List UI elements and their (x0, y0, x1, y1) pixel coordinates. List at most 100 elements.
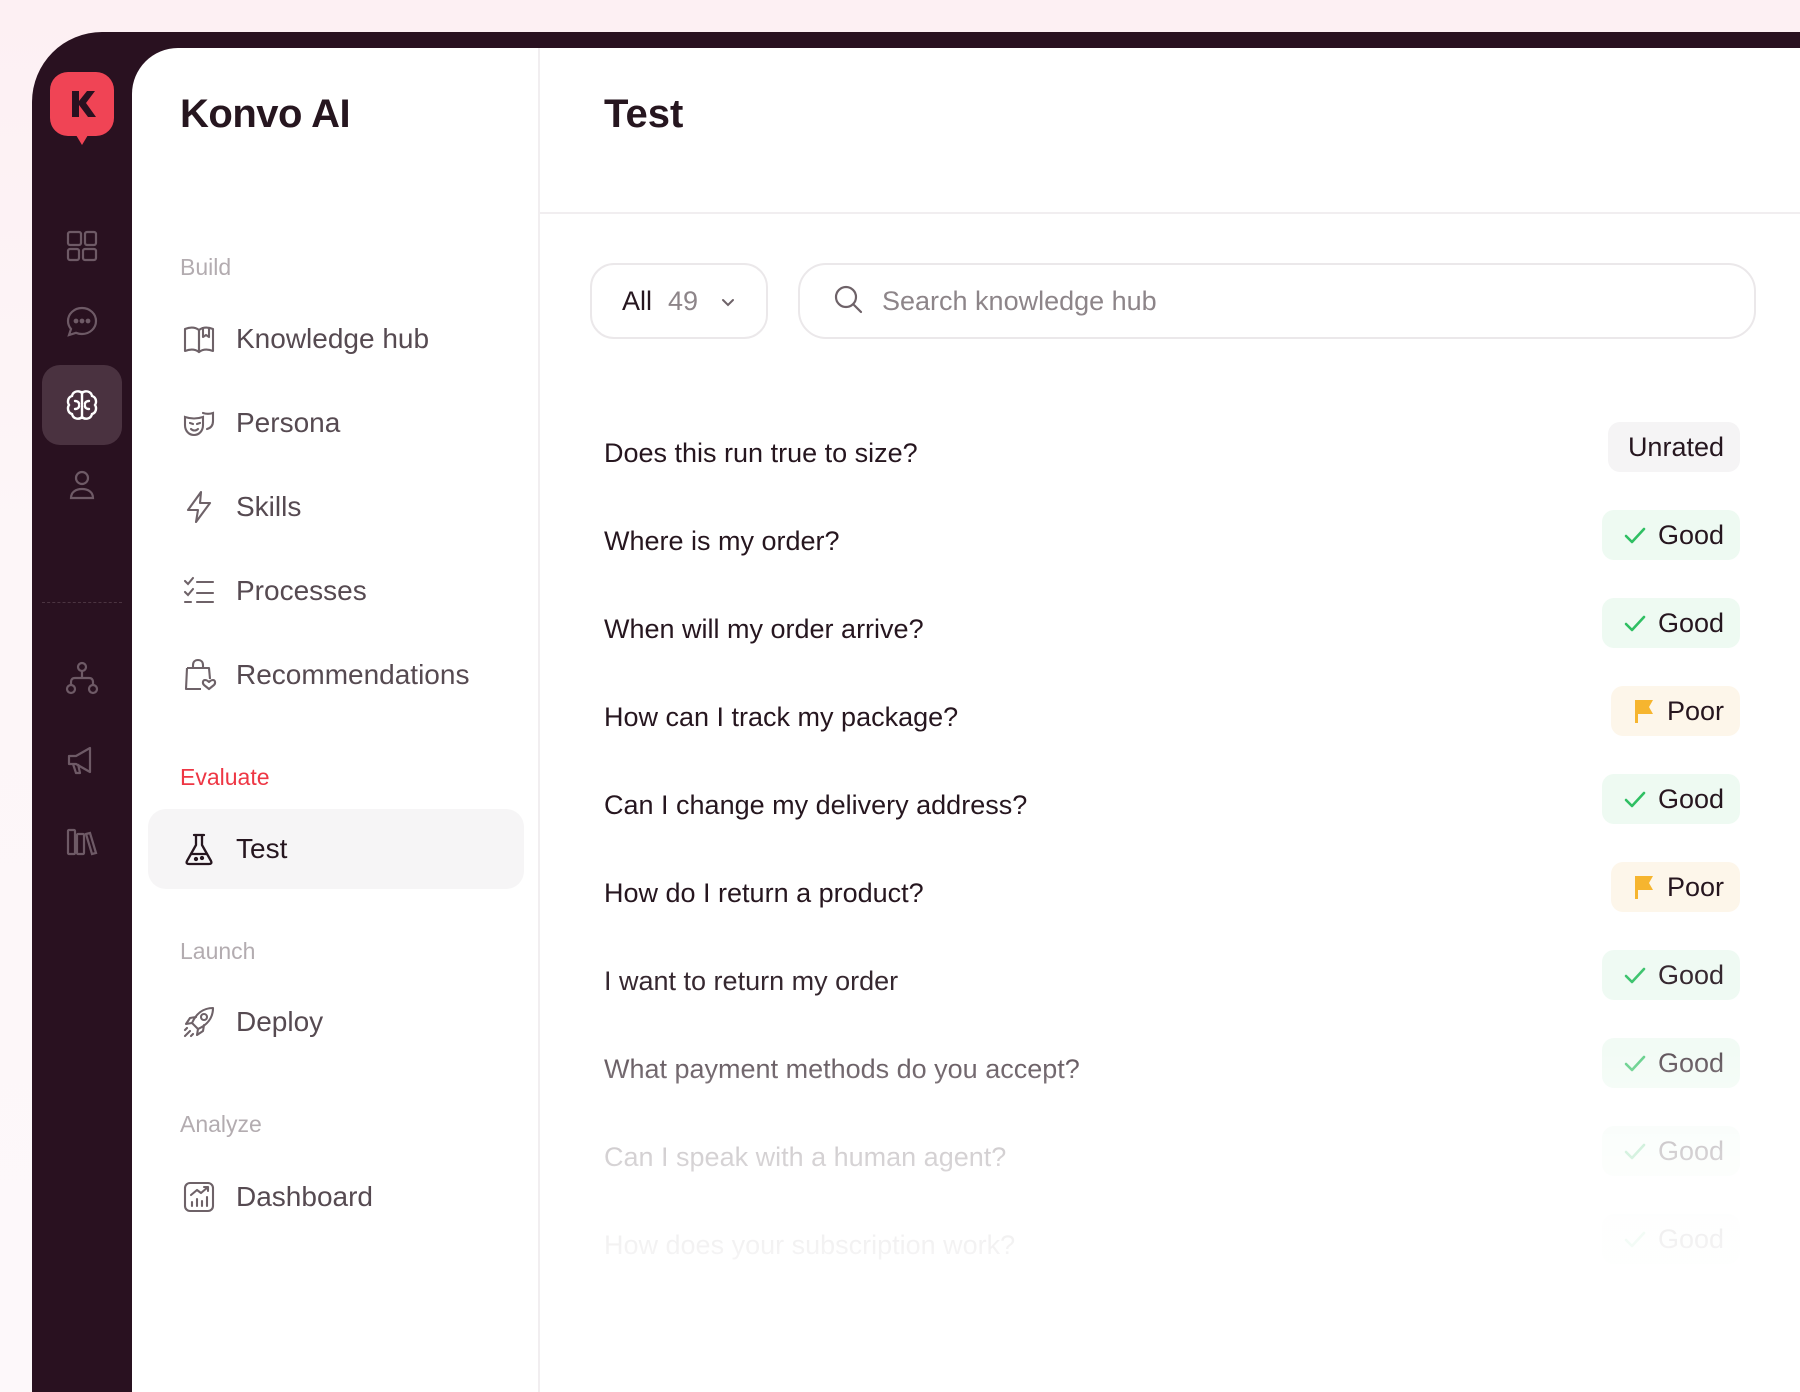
icon-rail (32, 32, 132, 1392)
test-row[interactable]: Does this run true to size? Unrated (604, 414, 1740, 502)
brain-icon[interactable] (42, 365, 122, 445)
konvo-logo-icon[interactable] (50, 72, 114, 145)
chart-icon (180, 1178, 218, 1216)
search-icon (832, 283, 864, 320)
test-row[interactable]: How can I track my package? Poor (604, 678, 1740, 766)
rating-badge[interactable]: Good (1601, 1214, 1740, 1264)
test-row[interactable]: How does your subscription work? Good (604, 1206, 1740, 1294)
section-label-build: Build (180, 254, 232, 280)
check-icon (1622, 1138, 1648, 1164)
test-list: Does this run true to size? Unrated Wher… (604, 414, 1740, 1294)
app-panel: Konvo AI Build Knowledge hub Persona Ski… (132, 48, 1800, 1392)
test-question: What payment methods do you accept? (604, 1054, 1080, 1084)
rating-badge[interactable]: Good (1601, 950, 1740, 1000)
page-title: Test (604, 92, 684, 136)
sidebar-item-dashboard[interactable]: Dashboard (148, 1157, 524, 1237)
test-row[interactable]: Where is my order? Good (604, 502, 1740, 590)
rating-label: Good (1657, 783, 1724, 814)
test-question: When will my order arrive? (604, 614, 924, 644)
book-icon (180, 320, 218, 358)
search-input[interactable] (882, 285, 1702, 317)
chat-bubble-icon[interactable] (42, 282, 122, 362)
sidebar-item-skills[interactable]: Skills (148, 467, 524, 547)
rating-badge[interactable]: Good (1601, 774, 1740, 824)
rail-divider (42, 602, 122, 603)
rating-badge[interactable]: Unrated (1607, 422, 1740, 472)
test-question: How does your subscription work? (604, 1230, 1016, 1260)
sidebar-item-label: Recommendations (236, 659, 470, 690)
sidebar-item-deploy[interactable]: Deploy (148, 982, 524, 1062)
checklist-icon (180, 572, 218, 610)
sidebar-item-label: Dashboard (236, 1181, 373, 1212)
workflow-icon[interactable] (42, 638, 122, 718)
test-row[interactable]: Can I change my delivery address? Good (604, 766, 1740, 854)
filter-count: 49 (668, 285, 699, 316)
check-icon (1622, 610, 1648, 636)
flag-icon (1631, 698, 1657, 724)
user-icon[interactable] (42, 444, 122, 524)
filter-label: All (622, 285, 653, 316)
check-icon (1622, 962, 1648, 988)
rating-label: Good (1657, 959, 1724, 990)
rating-label: Poor (1666, 695, 1724, 726)
chevron-down-icon (720, 286, 736, 317)
sidebar-item-knowledge-hub[interactable]: Knowledge hub (148, 299, 524, 379)
main-content: Test All 49 Does this run true to size? … (540, 48, 1800, 1392)
sidebar-item-label: Skills (236, 491, 302, 522)
test-question: Can I change my delivery address? (604, 790, 1028, 820)
shopping-bag-heart-icon (180, 656, 218, 694)
test-question: I want to return my order (604, 966, 899, 996)
section-label-evaluate: Evaluate (180, 764, 270, 790)
rating-label: Poor (1666, 871, 1724, 902)
rating-badge[interactable]: Good (1601, 1038, 1740, 1088)
check-icon (1622, 1050, 1648, 1076)
sidebar-item-label: Deploy (236, 1006, 324, 1037)
theater-mask-icon (180, 404, 218, 442)
sidebar-item-label: Knowledge hub (236, 323, 430, 354)
test-question: How do I return a product? (604, 878, 924, 908)
test-question: Does this run true to size? (604, 438, 918, 468)
rating-badge[interactable]: Good (1601, 510, 1740, 560)
test-row[interactable]: When will my order arrive? Good (604, 590, 1740, 678)
rating-label: Unrated (1627, 431, 1724, 462)
section-label-analyze: Analyze (180, 1111, 262, 1137)
check-icon (1622, 786, 1648, 812)
sidebar-item-test[interactable]: Test (148, 809, 524, 889)
sidebar-item-processes[interactable]: Processes (148, 551, 524, 631)
rating-badge[interactable]: Good (1601, 598, 1740, 648)
sidebar-item-recommendations[interactable]: Recommendations (148, 635, 524, 715)
rocket-icon (180, 1003, 218, 1041)
rating-label: Good (1657, 607, 1724, 638)
check-icon (1622, 1226, 1648, 1252)
filter-dropdown[interactable]: All 49 (590, 263, 768, 339)
flag-icon (1631, 874, 1657, 900)
rating-label: Good (1657, 1047, 1724, 1078)
rating-label: Good (1657, 519, 1724, 550)
sidebar-item-label: Persona (236, 407, 341, 438)
lightning-icon (180, 488, 218, 526)
test-question: How can I track my package? (604, 702, 959, 732)
sidebar-item-persona[interactable]: Persona (148, 383, 524, 463)
rating-badge[interactable]: Poor (1610, 862, 1740, 912)
sidebar: Konvo AI Build Knowledge hub Persona Ski… (132, 48, 540, 1392)
dashboard-grid-icon[interactable] (42, 206, 122, 286)
sidebar-item-label: Processes (236, 575, 367, 606)
rating-badge[interactable]: Poor (1610, 686, 1740, 736)
test-row[interactable]: Can I speak with a human agent? Good (604, 1118, 1740, 1206)
megaphone-icon[interactable] (42, 720, 122, 800)
rating-label: Good (1657, 1135, 1724, 1166)
flask-icon (180, 830, 218, 868)
library-icon[interactable] (42, 802, 122, 882)
page-header: Test (540, 48, 1800, 214)
test-row[interactable]: How do I return a product? Poor (604, 854, 1740, 942)
app-name: Konvo AI (180, 92, 351, 136)
check-icon (1622, 522, 1648, 548)
test-question: Can I speak with a human agent? (604, 1142, 1007, 1172)
search-box[interactable] (798, 263, 1756, 339)
rating-label: Good (1657, 1223, 1724, 1254)
test-row[interactable]: I want to return my order Good (604, 942, 1740, 1030)
test-question: Where is my order? (604, 526, 840, 556)
test-row[interactable]: What payment methods do you accept? Good (604, 1030, 1740, 1118)
rating-badge[interactable]: Good (1601, 1126, 1740, 1176)
sidebar-item-label: Test (236, 833, 288, 864)
